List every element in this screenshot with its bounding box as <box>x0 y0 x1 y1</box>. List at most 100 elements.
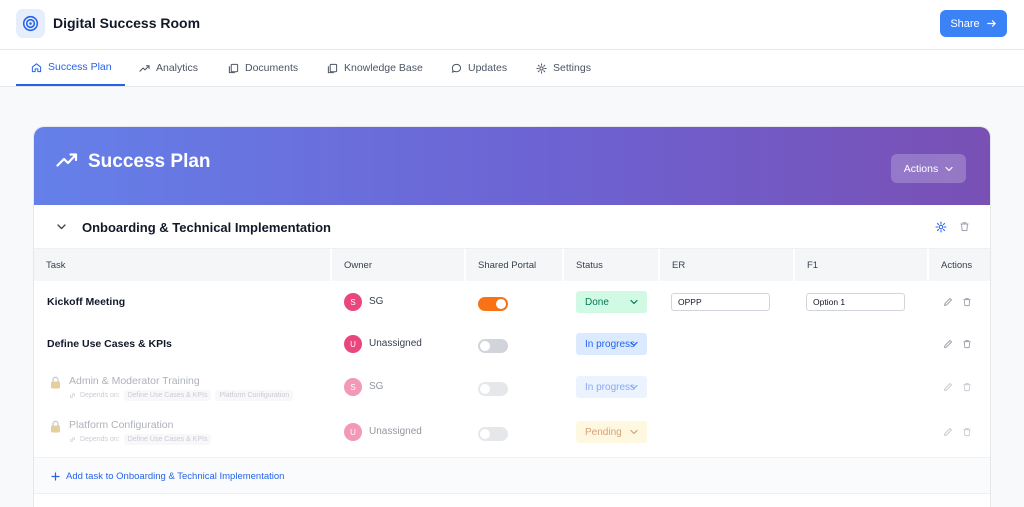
dependency-chip[interactable]: Platform Configuration <box>215 390 294 401</box>
avatar: S <box>344 378 362 396</box>
top-bar: Digital Success Room Share <box>0 0 1024 50</box>
tab-label: Success Plan <box>48 61 112 73</box>
link-icon <box>70 393 75 398</box>
edit-icon[interactable] <box>943 427 953 437</box>
table-row: Platform Configuration Depends on: Defin… <box>34 411 990 457</box>
arrow-right-icon <box>986 20 996 27</box>
table-header: Task Owner Shared Portal Status ER F1 Ac… <box>34 249 990 281</box>
owner-name[interactable]: Unassigned <box>369 338 422 349</box>
tab-analytics[interactable]: Analytics <box>139 50 198 86</box>
column-header-owner: Owner <box>332 249 466 281</box>
share-label: Share <box>950 17 980 30</box>
owner-name[interactable]: SG <box>369 381 383 392</box>
dependencies: Depends on: Define Use Cases & KPIs <box>69 434 212 445</box>
link-icon <box>70 437 75 442</box>
tab-label: Analytics <box>156 62 199 74</box>
status-dropdown[interactable]: In progress <box>576 376 647 398</box>
toggle-knob <box>496 299 506 309</box>
owner-name[interactable]: SG <box>369 296 383 307</box>
status-label: Done <box>585 296 609 308</box>
section-header: Onboarding & Technical Implementation <box>34 205 990 249</box>
add-task-row: Add task to Onboarding & Technical Imple… <box>34 457 990 494</box>
trash-icon[interactable] <box>962 339 972 349</box>
trending-up-icon <box>56 153 78 167</box>
toggle-knob <box>480 429 490 439</box>
toggle-knob <box>480 341 490 351</box>
edit-icon[interactable] <box>943 382 953 392</box>
actions-label: Actions <box>903 162 939 175</box>
page-title: Success Plan <box>88 151 211 172</box>
section-title: Onboarding & Technical Implementation <box>82 220 331 235</box>
task-name[interactable]: Admin & Moderator Training <box>69 375 200 387</box>
app-title: Digital Success Room <box>53 15 201 31</box>
column-header-er: ER <box>660 249 795 281</box>
tab-label: Knowledge Base <box>344 62 423 74</box>
add-task-link[interactable]: Add task to Onboarding & Technical Imple… <box>51 471 284 482</box>
column-header-f1: F1 <box>795 249 929 281</box>
status-label: Pending <box>585 426 622 438</box>
trash-icon[interactable] <box>962 297 972 307</box>
task-name[interactable]: Define Use Cases & KPIs <box>47 338 172 350</box>
chevron-down-icon <box>945 166 953 171</box>
dependency-chip[interactable]: Define Use Cases & KPIs <box>123 390 212 401</box>
tab-label: Updates <box>468 62 508 74</box>
column-header-shared-portal: Shared Portal <box>466 249 564 281</box>
status-dropdown[interactable]: Done <box>576 291 647 313</box>
dependencies: Depends on: Define Use Cases & KPIs Plat… <box>69 390 294 401</box>
dependency-chip[interactable]: Define Use Cases & KPIs <box>123 434 212 445</box>
share-button[interactable]: Share <box>940 10 1007 37</box>
shared-portal-toggle[interactable] <box>478 427 508 441</box>
chevron-down-icon <box>630 429 638 435</box>
trash-icon[interactable] <box>959 221 970 232</box>
tab-label: Documents <box>245 62 299 74</box>
column-header-actions: Actions <box>941 259 973 271</box>
tab-documents[interactable]: Documents <box>228 50 298 86</box>
er-field[interactable]: OPPP <box>671 293 770 311</box>
lock-icon <box>51 376 60 389</box>
edit-icon[interactable] <box>943 339 953 349</box>
tab-settings[interactable]: Settings <box>536 50 591 86</box>
edit-icon[interactable] <box>943 297 953 307</box>
task-name[interactable]: Platform Configuration <box>69 419 173 431</box>
chevron-down-icon[interactable] <box>56 221 67 232</box>
table-row: Define Use Cases & KPIs U Unassigned In … <box>34 323 990 365</box>
gear-icon <box>536 62 547 74</box>
add-task-label: Add task to Onboarding & Technical Imple… <box>66 471 285 482</box>
trash-icon[interactable] <box>962 382 972 392</box>
status-dropdown[interactable]: Pending <box>576 421 647 443</box>
task-name[interactable]: Kickoff Meeting <box>47 296 125 308</box>
toggle-knob <box>480 384 490 394</box>
gear-icon[interactable] <box>935 221 947 233</box>
status-label: In progress <box>585 381 636 393</box>
shared-portal-toggle[interactable] <box>478 339 508 353</box>
success-plan-header: Success Plan Actions <box>34 127 990 205</box>
actions-dropdown-button[interactable]: Actions <box>891 154 966 183</box>
status-label: In progress <box>585 338 636 350</box>
tab-updates[interactable]: Updates <box>451 50 507 86</box>
avatar: U <box>344 423 362 441</box>
table-row: Kickoff Meeting S SG Done OPPP Option 1 <box>34 281 990 323</box>
column-header-task: Task <box>34 249 332 281</box>
avatar: S <box>344 293 362 311</box>
depends-label: Depends on: <box>80 392 120 399</box>
tab-success-plan[interactable]: Success Plan <box>16 50 125 86</box>
plus-icon <box>51 472 60 481</box>
target-logo-icon <box>16 9 45 38</box>
column-header-status: Status <box>564 249 660 281</box>
home-icon <box>31 62 42 72</box>
documents-icon <box>228 63 239 73</box>
chat-bubble-icon <box>451 63 462 73</box>
chevron-down-icon <box>630 341 638 347</box>
shared-portal-toggle[interactable] <box>478 297 508 311</box>
shared-portal-toggle[interactable] <box>478 382 508 396</box>
depends-label: Depends on: <box>80 436 120 443</box>
table-row: Admin & Moderator Training Depends on: D… <box>34 365 990 411</box>
trash-icon[interactable] <box>962 427 972 437</box>
owner-name[interactable]: Unassigned <box>369 426 422 437</box>
tab-label: Settings <box>553 62 591 74</box>
trending-up-icon <box>139 64 150 72</box>
tab-bar: Success Plan Analytics Documents Knowled… <box>0 50 1024 87</box>
f1-field[interactable]: Option 1 <box>806 293 905 311</box>
tab-knowledge-base[interactable]: Knowledge Base <box>327 50 423 86</box>
status-dropdown[interactable]: In progress <box>576 333 647 355</box>
